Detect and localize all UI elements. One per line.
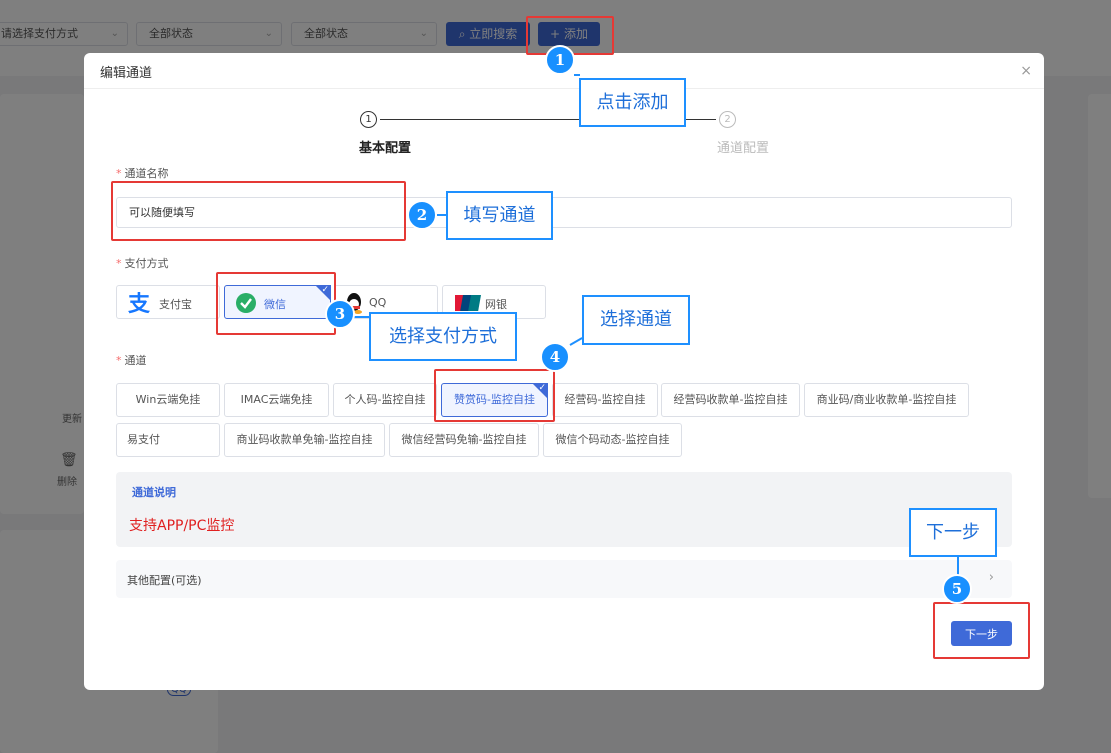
payment-method-label: * 支付方式 bbox=[116, 255, 169, 271]
annotation-highlight-channel bbox=[434, 369, 555, 422]
annotation-badge-2: 2 bbox=[407, 200, 437, 230]
channel-option[interactable]: 经营码-监控自挂 bbox=[552, 383, 658, 417]
annotation-callout-3: 选择支付方式 bbox=[369, 312, 517, 361]
channel-option[interactable]: 微信个码动态-监控自挂 bbox=[543, 423, 682, 457]
channel-name-label-text: 通道名称 bbox=[124, 167, 169, 180]
step-2-circle: 2 bbox=[719, 111, 736, 128]
channel-option[interactable]: 易支付 bbox=[116, 423, 220, 457]
svg-text:支: 支 bbox=[128, 292, 151, 314]
channel-name-label: * 通道名称 bbox=[116, 165, 169, 181]
close-icon[interactable]: × bbox=[1020, 63, 1032, 79]
annotation-highlight-name bbox=[111, 181, 406, 241]
payment-option-label: 支付宝 bbox=[159, 298, 192, 311]
channel-option[interactable]: 商业码/商业收款单-监控自挂 bbox=[804, 383, 969, 417]
channel-option[interactable]: IMAC云端免挂 bbox=[224, 383, 329, 417]
other-config-label: 其他配置(可选) bbox=[127, 574, 202, 587]
required-mark: * bbox=[116, 354, 122, 367]
annotation-callout-2: 填写通道 bbox=[446, 191, 553, 240]
unionpay-icon bbox=[455, 295, 481, 311]
step-1-circle: 1 bbox=[360, 111, 377, 128]
channel-option[interactable]: 商业码收款单免输-监控自挂 bbox=[224, 423, 385, 457]
payment-method-label-text: 支付方式 bbox=[124, 257, 169, 270]
channel-option[interactable]: 微信经营码免输-监控自挂 bbox=[389, 423, 539, 457]
channel-option[interactable]: Win云端免挂 bbox=[116, 383, 220, 417]
channel-option[interactable]: 个人码-监控自挂 bbox=[333, 383, 437, 417]
channel-label: * 通道 bbox=[116, 352, 147, 368]
channel-description-title: 通道说明 bbox=[132, 486, 176, 499]
step-2-label: 通道配置 bbox=[717, 141, 770, 156]
required-mark: * bbox=[116, 257, 122, 270]
channel-description-box: 通道说明 支持APP/PC监控 bbox=[116, 472, 1012, 547]
payment-option-alipay[interactable]: 支 支付宝 bbox=[116, 285, 220, 319]
annotation-callout-5: 下一步 bbox=[909, 508, 997, 557]
annotation-connector bbox=[354, 316, 369, 318]
channel-option[interactable]: 经营码收款单-监控自挂 bbox=[661, 383, 800, 417]
annotation-badge-3: 3 bbox=[325, 299, 355, 329]
annotation-connector bbox=[574, 74, 580, 76]
modal-title: 编辑通道 bbox=[100, 66, 153, 81]
channel-description-text: 支持APP/PC监控 bbox=[129, 518, 235, 534]
chevron-right-icon: › bbox=[988, 570, 994, 585]
annotation-highlight-payment bbox=[216, 272, 336, 335]
step-1-label: 基本配置 bbox=[359, 141, 412, 156]
edit-channel-modal: 编辑通道 × 1 2 基本配置 通道配置 * 通道名称 可以随便填写 * 支付方式 … bbox=[84, 53, 1044, 690]
annotation-connector bbox=[957, 557, 959, 575]
alipay-icon: 支 bbox=[128, 292, 151, 314]
annotation-badge-1: 1 bbox=[545, 45, 575, 75]
annotation-highlight-next bbox=[933, 602, 1030, 659]
payment-option-label: QQ bbox=[369, 296, 387, 309]
annotation-badge-5: 5 bbox=[942, 574, 972, 604]
required-mark: * bbox=[116, 167, 122, 180]
other-config-row[interactable]: 其他配置(可选) › bbox=[116, 560, 1012, 598]
annotation-badge-4: 4 bbox=[540, 342, 570, 372]
channel-label-text: 通道 bbox=[124, 354, 147, 367]
annotation-callout-1: 点击添加 bbox=[579, 78, 686, 127]
payment-option-label: 网银 bbox=[485, 298, 507, 311]
annotation-callout-4: 选择通道 bbox=[582, 295, 690, 345]
